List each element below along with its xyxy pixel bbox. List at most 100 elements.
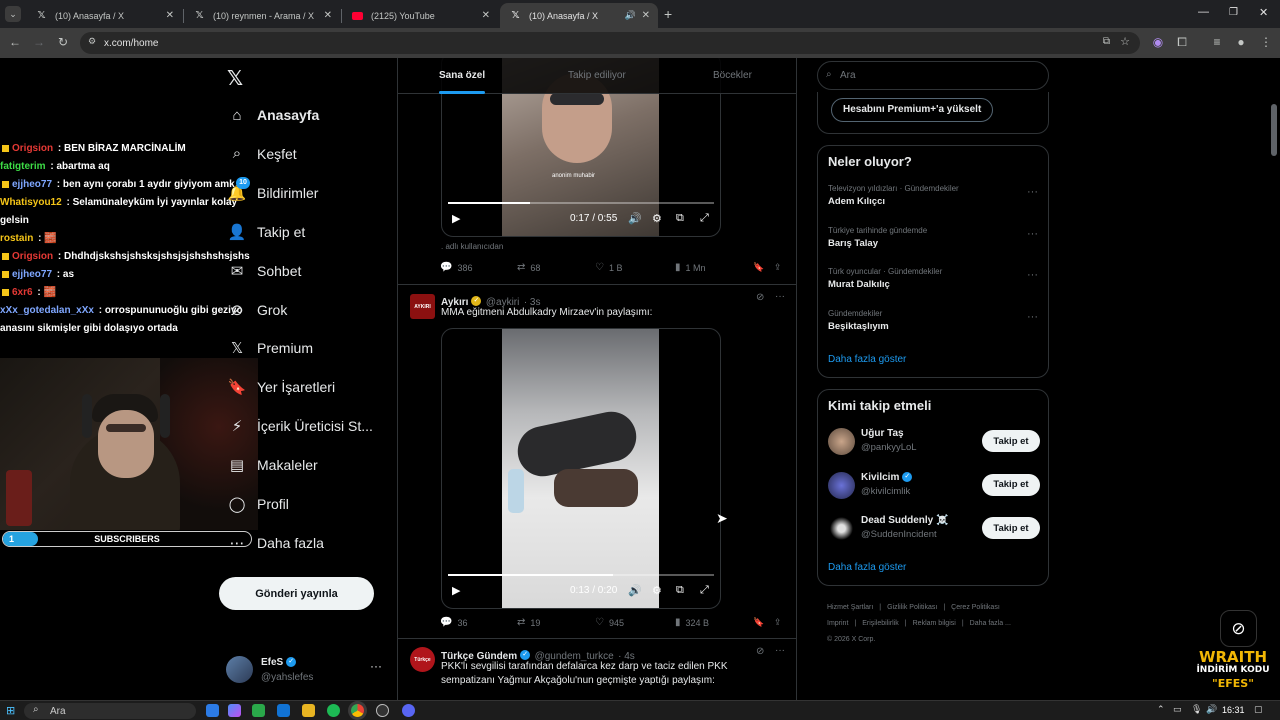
trends-show-more[interactable]: Daha fazla göster (828, 354, 906, 365)
back-icon[interactable]: ← (7, 35, 23, 49)
tray-chevron-icon[interactable]: ⌃ (1157, 704, 1165, 715)
views-button[interactable]: ▮ 1 Mn (675, 262, 706, 273)
files-icon[interactable] (302, 704, 315, 717)
more-options-icon[interactable]: ··· (775, 291, 785, 302)
discord-icon[interactable] (402, 704, 415, 717)
tab-search-button[interactable]: ⌄ (5, 6, 21, 22)
video-progress[interactable] (448, 574, 714, 576)
search-input[interactable]: ⌕ Ara (817, 61, 1049, 90)
sidebar-item-bell[interactable]: 🔔 10 Bildirimler (226, 176, 318, 204)
like-button[interactable]: ♡ 1 B (595, 262, 622, 273)
tab-bugs[interactable]: Böcekler (713, 70, 752, 81)
sidebar-item-grok[interactable]: ⊘ Grok (226, 299, 288, 321)
notifications-icon[interactable]: ▢ (1254, 704, 1263, 715)
pip-icon[interactable]: ⧉ (676, 212, 684, 225)
grok-icon[interactable]: ⊘ (756, 292, 764, 303)
footer-link[interactable]: Reklam bilgisi (913, 620, 956, 627)
pip-icon[interactable]: ⧉ (676, 584, 684, 597)
more-options-icon[interactable]: ··· (1027, 311, 1038, 323)
tab-for-you[interactable]: Sana özel (439, 70, 485, 81)
browser-tab-3[interactable]: (2125) YouTube ✕ (342, 3, 498, 28)
trend-item[interactable]: Türk oyuncular · Gündemdekiler Murat Dalk… (828, 267, 1038, 290)
volume-icon[interactable]: 🔊 (628, 212, 642, 225)
close-tab-icon[interactable]: ✕ (166, 10, 174, 21)
browser-menu-icon[interactable]: ⋮ (1258, 35, 1274, 49)
more-options-icon[interactable]: ··· (775, 645, 785, 656)
fullscreen-icon[interactable]: ⤢ (700, 584, 709, 597)
footer-link[interactable]: Gizlilik Politikası (887, 604, 937, 611)
chrome-icon[interactable] (351, 704, 364, 717)
browser-tab-4[interactable]: 𝕏 (10) Anasayfa / X 🔊 ✕ (500, 3, 658, 28)
footer-link[interactable]: Daha fazla ... (970, 620, 1011, 627)
volume-icon[interactable]: 🔊 (1206, 704, 1217, 715)
grok-floating-button[interactable]: ⊘ (1220, 610, 1257, 647)
install-app-icon[interactable]: ⧉ (1103, 36, 1110, 47)
reply-button[interactable]: 💬 36 (440, 617, 467, 628)
sidebar-item-home[interactable]: ⌂ Anasayfa (226, 104, 319, 126)
bookmark-icon[interactable]: 🔖 (753, 262, 764, 273)
follow-suggestion[interactable]: Kivilcim ✓ @kivilcimlik Takip et (828, 471, 1040, 502)
settings-icon[interactable]: ⚙ (652, 584, 662, 597)
browser-tab-2[interactable]: 𝕏 (10) reynmen - Arama / X ✕ (184, 3, 340, 28)
media-control-icon[interactable]: ≡ (1209, 35, 1225, 49)
close-tab-icon[interactable]: ✕ (642, 10, 650, 21)
footer-link[interactable]: Erişilebilirlik (862, 620, 899, 627)
volume-icon[interactable]: 🔊 (628, 584, 642, 597)
follow-button[interactable]: Takip et (982, 517, 1040, 539)
footer-link[interactable]: Çerez Politikası (951, 604, 1000, 611)
speaker-icon[interactable]: 🔊 (625, 10, 636, 21)
start-icon[interactable]: ⊞ (6, 704, 15, 717)
extensions-puzzle-icon[interactable]: ⧠ (1174, 35, 1190, 50)
repost-button[interactable]: ⇄ 19 (517, 617, 540, 628)
sidebar-item-more-circle[interactable]: ⋯ Daha fazla (226, 532, 324, 554)
sidebar-item-bookmark[interactable]: 🔖 Yer İşaretleri (226, 376, 335, 398)
outlook-icon[interactable] (277, 704, 290, 717)
repost-button[interactable]: ⇄ 68 (517, 262, 540, 273)
bookmark-star-icon[interactable]: ☆ (1120, 35, 1130, 48)
share-icon[interactable]: ⇪ (774, 262, 782, 273)
sidebar-item-search[interactable]: ⌕ Keşfet (226, 143, 297, 165)
more-options-icon[interactable]: ··· (1027, 186, 1038, 198)
upgrade-premium-button[interactable]: Hesabını Premium+'a yükselt (831, 98, 994, 122)
taskbar-clock[interactable]: 16:31 (1222, 705, 1245, 715)
post-avatar[interactable]: Türkçe (410, 647, 435, 672)
sidebar-item-add-person[interactable]: 👤 Takip et (226, 221, 306, 243)
address-bar[interactable]: ⚙ x.com/home ⧉ ☆ (80, 32, 1140, 54)
sidebar-item-lightning[interactable]: ⚡ İçerik Üreticisi St... (226, 415, 373, 437)
sidebar-item-person[interactable]: ◯ Profil (226, 493, 289, 515)
video-progress[interactable] (448, 202, 714, 204)
like-button[interactable]: ♡ 945 (595, 617, 624, 628)
forward-icon[interactable]: → (31, 35, 47, 49)
browser-tab-1[interactable]: 𝕏 (10) Anasayfa / X ✕ (26, 3, 182, 28)
follow-button[interactable]: Takip et (982, 430, 1040, 452)
store-icon[interactable] (252, 704, 265, 717)
close-window-icon[interactable]: ✕ (1259, 6, 1268, 19)
profile-avatar-icon[interactable]: ● (1233, 35, 1249, 49)
tab-following[interactable]: Takip ediliyor (568, 70, 626, 81)
more-options-icon[interactable]: ··· (1027, 269, 1038, 281)
settings-icon[interactable]: ⚙ (652, 212, 662, 225)
microphone-icon[interactable]: 🎙 (1191, 704, 1202, 715)
restore-icon[interactable]: ❐ (1229, 7, 1238, 18)
x-logo-icon[interactable]: 𝕏 (227, 66, 243, 91)
views-button[interactable]: ▮ 324 B (675, 617, 709, 628)
trend-item[interactable]: Televizyon yıldızları · Gündemdekiler Ade… (828, 184, 1038, 207)
follow-suggestion[interactable]: Uğur Taş @pankyyLoL Takip et (828, 428, 1040, 458)
more-options-icon[interactable]: ··· (370, 659, 382, 673)
network-icon[interactable]: ▭ (1173, 704, 1182, 715)
new-tab-icon[interactable]: + (664, 6, 672, 22)
grok-icon[interactable]: ⊘ (756, 646, 764, 657)
site-info-icon[interactable]: ⚙ (88, 36, 96, 47)
obs-icon[interactable] (376, 704, 389, 717)
account-switcher[interactable]: EfeS ✓ @yahslefes ··· (226, 655, 386, 687)
minimize-icon[interactable]: — (1198, 6, 1209, 18)
more-options-icon[interactable]: ··· (1027, 228, 1038, 240)
play-icon[interactable]: ▶ (452, 212, 460, 225)
trend-item[interactable]: Gündemdekiler Beşiktaşlıyım ··· (828, 309, 1038, 332)
extension-icon[interactable]: ◉ (1150, 35, 1166, 49)
fullscreen-icon[interactable]: ⤢ (700, 212, 709, 225)
post-button[interactable]: Gönderi yayınla (219, 577, 374, 610)
sidebar-item-x-logo[interactable]: 𝕏 Premium (226, 337, 313, 359)
widgets-icon[interactable] (206, 704, 219, 717)
follow-button[interactable]: Takip et (982, 473, 1040, 496)
